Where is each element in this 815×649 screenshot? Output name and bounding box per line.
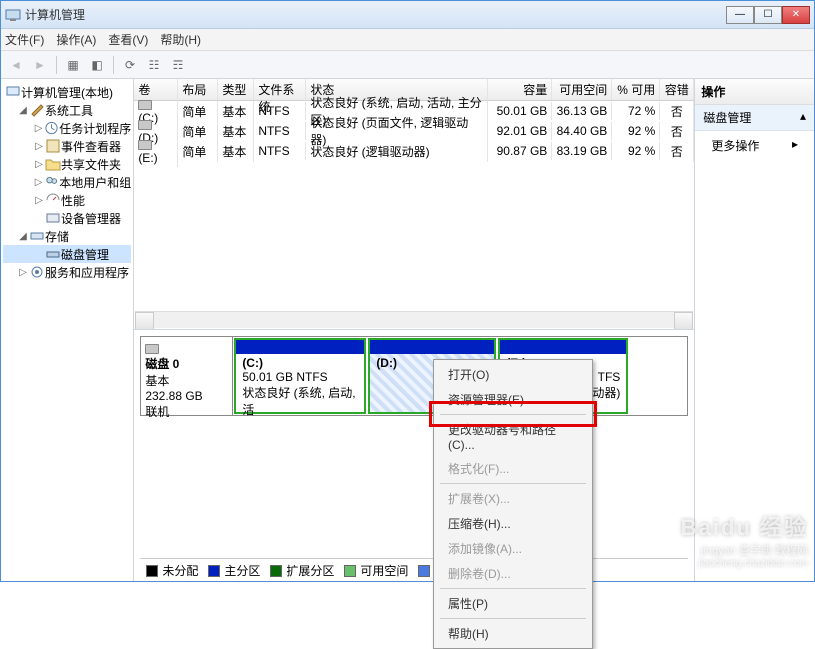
col-free[interactable]: 可用空间 xyxy=(552,79,612,100)
chevron-right-icon: ▸ xyxy=(792,137,798,151)
toolbar-button-4[interactable]: ☶ xyxy=(167,54,189,76)
toolbar-button-1[interactable]: ▦ xyxy=(62,54,84,76)
disk-online: 联机 xyxy=(145,403,228,420)
close-button[interactable]: ✕ xyxy=(782,6,810,24)
minimize-button[interactable]: — xyxy=(726,6,754,24)
app-icon xyxy=(5,7,21,23)
legend-free: 可用空间 xyxy=(360,562,408,579)
ctx-change-letter[interactable]: 更改驱动器号和路径(C)... xyxy=(436,417,590,456)
col-fs[interactable]: 文件系统 xyxy=(254,79,306,100)
tools-icon xyxy=(29,102,45,118)
menu-view[interactable]: 查看(V) xyxy=(108,31,148,48)
tree-perf[interactable]: ▷性能 xyxy=(3,191,131,209)
disk-icon xyxy=(145,344,159,354)
partition-c[interactable]: (C:) 50.01 GB NTFS 状态良好 (系统, 启动, 活 xyxy=(234,338,366,414)
legend-primary: 主分区 xyxy=(224,562,260,579)
col-capacity[interactable]: 容量 xyxy=(488,79,552,100)
event-icon xyxy=(45,138,61,154)
nav-tree[interactable]: 计算机管理(本地) ◢系统工具 ▷任务计划程序 ▷事件查看器 ▷共享文件夹 ▷本… xyxy=(1,79,134,581)
legend-ext: 扩展分区 xyxy=(286,562,334,579)
ctx-mirror[interactable]: 添加镜像(A)... xyxy=(436,536,590,561)
tree-event-viewer[interactable]: ▷事件查看器 xyxy=(3,137,131,155)
tree-systools[interactable]: ◢系统工具 xyxy=(3,101,131,119)
partition-letter: (C:) xyxy=(242,356,263,370)
disk-info[interactable]: 磁盘 0 基本 232.88 GB 联机 xyxy=(141,337,233,415)
drive-icon xyxy=(138,140,152,150)
services-icon xyxy=(29,264,45,280)
main-pane: 卷 布局 类型 文件系统 状态 容量 可用空间 % 可用 容错 (C:)简单基本… xyxy=(134,79,695,581)
col-type[interactable]: 类型 xyxy=(218,79,254,100)
refresh-button[interactable]: ⟳ xyxy=(119,54,141,76)
devmgr-icon xyxy=(45,210,61,226)
tree-task-scheduler[interactable]: ▷任务计划程序 xyxy=(3,119,131,137)
ctx-open[interactable]: 打开(O) xyxy=(436,362,590,387)
ctx-shrink[interactable]: 压缩卷(H)... xyxy=(436,511,590,536)
legend-unalloc: 未分配 xyxy=(162,562,198,579)
diskmgmt-icon xyxy=(45,246,61,262)
scheduler-icon xyxy=(44,120,59,136)
col-fault[interactable]: 容错 xyxy=(660,79,694,100)
tree-diskmgmt[interactable]: 磁盘管理 xyxy=(3,245,131,263)
titlebar[interactable]: 计算机管理 — ☐ ✕ xyxy=(1,1,814,29)
tree-root[interactable]: 计算机管理(本地) xyxy=(3,83,131,101)
disk-size: 232.88 GB xyxy=(145,389,228,403)
ctx-props[interactable]: 属性(P) xyxy=(436,591,590,616)
back-button[interactable]: ◄ xyxy=(5,54,27,76)
app-window: 计算机管理 — ☐ ✕ 文件(F) 操作(A) 查看(V) 帮助(H) ◄ ► … xyxy=(0,0,815,582)
drive-icon xyxy=(138,100,152,110)
actions-section[interactable]: 磁盘管理▴ xyxy=(695,105,814,131)
menu-file[interactable]: 文件(F) xyxy=(5,31,44,48)
list-row[interactable]: (E:)简单基本NTFS状态良好 (逻辑驱动器)90.87 GB83.19 GB… xyxy=(134,141,694,161)
disk-row[interactable]: 磁盘 0 基本 232.88 GB 联机 (C:) 50.01 GB NTFS … xyxy=(140,336,688,416)
tree-shared[interactable]: ▷共享文件夹 xyxy=(3,155,131,173)
storage-icon xyxy=(29,228,45,244)
actions-header: 操作 xyxy=(695,79,814,105)
maximize-button[interactable]: ☐ xyxy=(754,6,782,24)
volume-list[interactable]: 卷 布局 类型 文件系统 状态 容量 可用空间 % 可用 容错 (C:)简单基本… xyxy=(134,79,694,329)
ctx-explorer[interactable]: 资源管理器(E) xyxy=(436,387,590,412)
context-menu[interactable]: 打开(O) 资源管理器(E) 更改驱动器号和路径(C)... 格式化(F)...… xyxy=(433,359,593,649)
collapse-icon: ▴ xyxy=(800,109,806,126)
list-row[interactable]: (D:)简单基本NTFS状态良好 (页面文件, 逻辑驱动器)92.01 GB84… xyxy=(134,121,694,141)
computer-icon xyxy=(5,84,21,100)
disk-type: 基本 xyxy=(145,372,228,389)
tree-users[interactable]: ▷本地用户和组 xyxy=(3,173,131,191)
toolbar-button-3[interactable]: ☷ xyxy=(143,54,165,76)
ctx-format[interactable]: 格式化(F)... xyxy=(436,456,590,481)
window-title: 计算机管理 xyxy=(25,6,726,23)
tree-services[interactable]: ▷服务和应用程序 xyxy=(3,263,131,281)
tree-storage[interactable]: ◢存储 xyxy=(3,227,131,245)
partition-letter: (D:) xyxy=(376,356,397,370)
actions-more[interactable]: 更多操作▸ xyxy=(695,131,814,160)
ctx-help[interactable]: 帮助(H) xyxy=(436,621,590,646)
h-scrollbar[interactable] xyxy=(135,311,693,328)
col-layout[interactable]: 布局 xyxy=(178,79,218,100)
col-percent[interactable]: % 可用 xyxy=(612,79,660,100)
users-icon xyxy=(44,174,59,190)
legend: 未分配 主分区 扩展分区 可用空间 逻辑驱动器 xyxy=(140,558,688,580)
menu-action[interactable]: 操作(A) xyxy=(56,31,96,48)
actions-pane: 操作 磁盘管理▴ 更多操作▸ xyxy=(695,79,814,581)
disk-diagram: 磁盘 0 基本 232.88 GB 联机 (C:) 50.01 GB NTFS … xyxy=(134,329,694,581)
ctx-delete[interactable]: 删除卷(D)... xyxy=(436,561,590,586)
disk-name: 磁盘 0 xyxy=(145,355,228,372)
menubar: 文件(F) 操作(A) 查看(V) 帮助(H) xyxy=(1,29,814,51)
forward-button[interactable]: ► xyxy=(29,54,51,76)
menu-help[interactable]: 帮助(H) xyxy=(160,31,201,48)
folder-icon xyxy=(45,156,61,172)
ctx-extend[interactable]: 扩展卷(X)... xyxy=(436,486,590,511)
drive-icon xyxy=(138,120,152,130)
tree-devmgr[interactable]: 设备管理器 xyxy=(3,209,131,227)
toolbar: ◄ ► ▦ ◧ ⟳ ☷ ☶ xyxy=(1,51,814,79)
perf-icon xyxy=(45,192,61,208)
toolbar-button-2[interactable]: ◧ xyxy=(86,54,108,76)
